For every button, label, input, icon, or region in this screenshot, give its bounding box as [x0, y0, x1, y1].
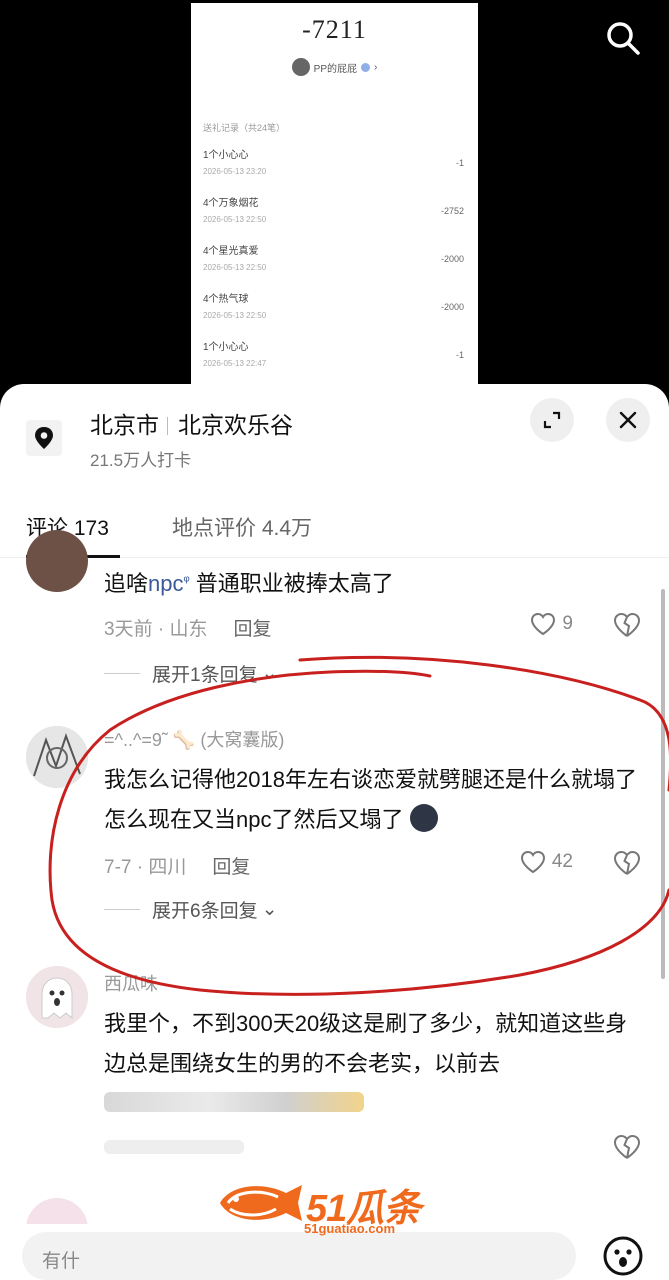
gift-row: 4个热气球 2026-05-13 22:50 -2000	[203, 290, 464, 330]
heart-icon	[531, 612, 556, 636]
blurred-text	[104, 1140, 244, 1154]
chevron-right-icon: ›	[374, 61, 378, 73]
location-city: 北京市	[90, 412, 159, 438]
reply-button[interactable]: 回复	[233, 619, 271, 640]
avatar[interactable]	[26, 530, 88, 592]
gift-value: -2000	[440, 302, 464, 312]
gift-name: 1个小心心	[203, 342, 249, 353]
watermark-logo: 51瓜条 51guatiao.com	[216, 1175, 452, 1237]
verified-badge-icon	[361, 62, 370, 72]
gift-date: 2026-05-13 22:50	[203, 215, 267, 224]
media-area: -7211 PP的屁屁 › 送礼记录（共24笔） 1个小心心 2026-05-1…	[0, 0, 669, 400]
like-count: 9	[562, 613, 573, 634]
fish-logo-icon	[220, 1185, 302, 1221]
gift-date: 2026-05-13 23:20	[203, 167, 267, 176]
gift-row: 4个万象烟花 2026-05-13 22:50 -2752	[203, 194, 464, 234]
comment-time-location: 7-7 · 四川	[104, 857, 187, 878]
location-pin-icon	[26, 420, 62, 456]
comment-input-placeholder: 有什	[42, 1251, 81, 1272]
location-title[interactable]: 北京市 北京欢乐谷	[90, 406, 293, 440]
divider	[104, 909, 140, 910]
comment-username[interactable]: =^..^=9˜ 🦴 (大窝囊版)	[104, 726, 284, 752]
comment-username[interactable]: 西瓜味	[104, 970, 158, 996]
expand-button[interactable]	[530, 398, 574, 442]
comment-meta: 3天前 · 山东 回复	[104, 614, 271, 641]
like-button[interactable]: 9	[530, 612, 573, 636]
user-avatar	[291, 58, 310, 76]
gift-record-screenshot: -7211 PP的屁屁 › 送礼记录（共24笔） 1个小心心 2026-05-1…	[191, 3, 478, 398]
expand-replies-label: 展开6条回复	[152, 901, 258, 922]
blurred-text	[104, 1092, 364, 1112]
gift-row: 1个小心心 2026-05-13 22:47 -1	[203, 338, 464, 378]
expand-replies-button[interactable]: 展开1条回复 ⌄	[104, 660, 278, 687]
avatar-illustration	[26, 726, 88, 788]
emoji-sticker-icon	[409, 804, 438, 832]
expand-replies-button[interactable]: 展开6条回复 ⌄	[104, 896, 278, 923]
gift-value: -2752	[440, 206, 464, 216]
comment-time-location: 3天前 · 山东	[104, 619, 208, 640]
emoji-icon[interactable]	[601, 1234, 645, 1278]
reply-button[interactable]: 回复	[212, 857, 250, 878]
comment-meta: 7-7 · 四川 回复	[104, 852, 250, 879]
broken-heart-icon[interactable]	[613, 850, 641, 876]
gift-value: -1	[455, 158, 464, 168]
watermark-url: 51guatiao.com	[304, 1221, 396, 1236]
close-icon	[619, 411, 637, 429]
gift-date: 2026-05-13 22:50	[203, 311, 267, 320]
gift-value: -1	[455, 350, 464, 360]
gift-date: 2026-05-13 22:50	[203, 263, 267, 272]
comment-text-part: 我怎么记得他2018年左右谈恋爱就劈腿还是什么就塌了怎么现在又当npc了然后又塌…	[104, 767, 637, 832]
chevron-down-icon: ⌄	[261, 899, 278, 920]
gift-name: 4个万象烟花	[203, 198, 259, 209]
gift-row: 1个小心心 2026-05-13 23:20 -1	[203, 146, 464, 186]
gift-total-amount: -7211	[302, 15, 367, 44]
like-button[interactable]: 42	[520, 850, 573, 874]
broken-heart-icon[interactable]	[613, 1134, 641, 1160]
comment-text: 我里个，不到300天20级这是刷了多少，就知道这些身边总是围绕女生的男的不会老实…	[104, 1011, 628, 1076]
comment-text-part: 普通职业被捧太高了	[189, 571, 394, 596]
comment-text: 追啥npcᵠ 普通职业被捧太高了	[104, 560, 643, 604]
avatar[interactable]	[26, 966, 88, 1028]
divider	[104, 673, 140, 674]
gift-name: 1个小心心	[203, 150, 249, 161]
broken-heart-icon[interactable]	[613, 612, 641, 638]
close-button[interactable]	[606, 398, 650, 442]
comment-text: 我怎么记得他2018年左右谈恋爱就劈腿还是什么就塌了怎么现在又当npc了然后又塌…	[104, 760, 643, 840]
location-place: 北京欢乐谷	[178, 412, 293, 438]
heart-icon	[520, 850, 545, 874]
gift-date: 2026-05-13 22:47	[203, 359, 267, 368]
chevron-down-icon: ⌄	[261, 663, 278, 684]
tab-reviews[interactable]: 地点评价 4.4万	[172, 512, 312, 542]
records-header: 送礼记录（共24笔）	[203, 123, 286, 133]
gift-row: 4个星光真爱 2026-05-13 22:50 -2000	[203, 242, 464, 282]
ghost-avatar-icon	[26, 966, 88, 1028]
expand-icon	[543, 411, 561, 429]
scrollbar[interactable]	[661, 589, 665, 979]
avatar[interactable]	[26, 726, 88, 788]
comments-sheet: 北京市 北京欢乐谷 21.5万人打卡 评论 173 地点评价 4.4万 追啥npc…	[0, 384, 669, 1280]
gift-name: 4个星光真爱	[203, 246, 259, 257]
search-icon[interactable]	[603, 18, 643, 58]
comment-text-part: 追啥	[104, 571, 149, 596]
tab-bar: 评论 173 地点评价 4.4万	[0, 502, 669, 558]
like-count: 42	[551, 851, 573, 872]
gift-value: -2000	[440, 254, 464, 264]
search-link[interactable]: npc	[148, 571, 183, 596]
expand-replies-label: 展开1条回复	[152, 665, 258, 686]
divider	[167, 417, 168, 435]
gift-name: 4个热气球	[203, 294, 249, 305]
gift-user: PP的屁屁 ›	[191, 58, 478, 76]
user-name: PP的屁屁	[313, 63, 357, 75]
checkin-count: 21.5万人打卡	[90, 451, 192, 470]
comment-input[interactable]: 有什	[22, 1232, 576, 1280]
